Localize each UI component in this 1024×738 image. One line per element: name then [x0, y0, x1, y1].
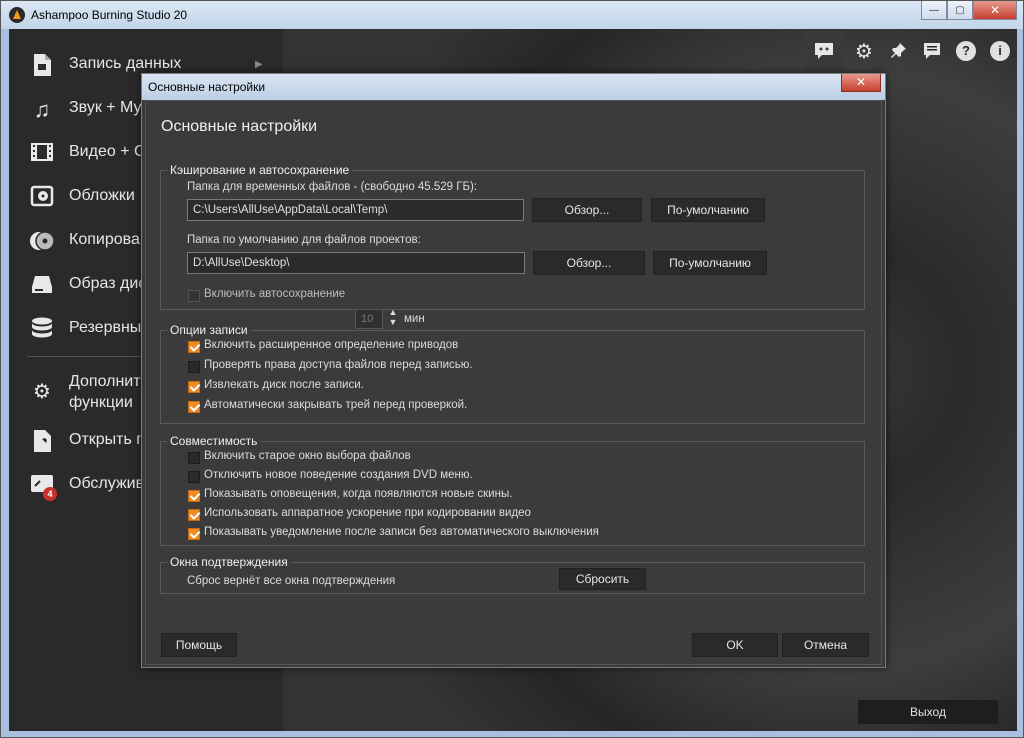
dialog-body: Основные настройки Кэширование и автосох… [145, 100, 882, 665]
exit-button[interactable]: Выход [858, 700, 998, 724]
app-window: Ashampoo Burning Studio 20 — ▢ ✕ Запись … [0, 0, 1024, 738]
window-title: Ashampoo Burning Studio 20 [31, 8, 188, 22]
spin-down-icon[interactable]: ▼ [386, 317, 400, 327]
dialog-close-button[interactable]: ✕ [841, 74, 881, 92]
sidebar-item-label: Образ дис [69, 275, 147, 292]
option-label: Использовать аппаратное ускорение при ко… [204, 507, 531, 519]
app-logo-icon [9, 7, 25, 23]
temp-browse-button[interactable]: Обзор... [532, 198, 642, 222]
project-folder-label: Папка по умолчанию для файлов проектов: [187, 234, 421, 246]
top-toolbar: ⚙ ? i [805, 31, 1017, 71]
sidebar-item-label: Копирова [69, 231, 140, 248]
option-label: Автоматически закрывать трей перед прове… [204, 399, 468, 411]
option-checkbox[interactable] [188, 381, 200, 393]
spin-up-icon[interactable]: ▲ [386, 307, 400, 317]
maximize-button[interactable]: ▢ [947, 1, 973, 20]
option-checkbox[interactable] [188, 490, 200, 502]
chat-icon[interactable] [805, 31, 843, 71]
sidebar-item-label: Звук + Му [69, 99, 142, 116]
help-icon[interactable]: ? [949, 31, 983, 71]
option-label: Включить расширенное определение приводо… [204, 339, 459, 351]
dialog-titlebar: Основные настройки ✕ [142, 74, 885, 100]
temp-default-button[interactable]: По-умолчанию [651, 198, 765, 222]
temp-folder-input[interactable]: C:\Users\AllUse\AppData\Local\Temp\ [187, 199, 524, 221]
drive-icon [29, 273, 55, 299]
pin-icon[interactable] [881, 31, 915, 71]
autosave-checkbox[interactable] [188, 290, 200, 302]
sidebar-item-label: Обслужив [69, 475, 145, 492]
sidebar-item-label: Открыть п [69, 431, 145, 448]
group-compatibility: Совместимость Включить старое окно выбор… [160, 434, 865, 546]
option-label: Показывать оповещения, когда появляются … [204, 488, 513, 500]
group-confirmations: Окна подтверждения Сброс вернёт все окна… [160, 555, 865, 594]
cover-icon [29, 185, 55, 211]
info-glyph: i [990, 41, 1010, 61]
option-label: Отключить новое поведение создания DVD м… [204, 469, 473, 481]
option-checkbox[interactable] [188, 528, 200, 540]
temp-folder-label: Папка для временных файлов - (свободно 4… [187, 181, 478, 193]
music-note-icon: ♫ [33, 97, 51, 122]
group-label: Кэширование и автосохранение [167, 163, 353, 177]
project-folder-input[interactable]: D:\AllUse\Desktop\ [187, 252, 525, 274]
autosave-minutes-input[interactable]: 10 [355, 309, 383, 329]
settings-dialog: Основные настройки ✕ Основные настройки … [141, 73, 886, 668]
gear-icon[interactable]: ⚙ [847, 31, 881, 71]
group-label: Совместимость [167, 434, 261, 448]
project-default-button[interactable]: По-умолчанию [653, 251, 767, 275]
project-browse-button[interactable]: Обзор... [533, 251, 645, 275]
option-checkbox[interactable] [188, 401, 200, 413]
option-label: Проверять права доступа файлов перед зап… [204, 359, 473, 371]
autosave-spinner-arrows[interactable]: ▲ ▼ [386, 307, 400, 329]
reset-description: Сброс вернёт все окна подтверждения [187, 575, 396, 587]
file-icon [29, 53, 55, 79]
dialog-window-title: Основные настройки [148, 80, 266, 94]
autosave-unit-label: мин [404, 313, 425, 325]
sidebar-item-label: Видео + С [69, 143, 146, 160]
cancel-button[interactable]: Отмена [782, 633, 869, 657]
chevron-right-icon: ▶ [255, 59, 263, 70]
dialog-heading: Основные настройки [161, 118, 318, 135]
notification-badge: 4 [43, 487, 57, 501]
option-checkbox[interactable] [188, 509, 200, 521]
option-checkbox[interactable] [188, 361, 200, 373]
sidebar-item-label: Резервны [69, 319, 142, 336]
ok-button[interactable]: OK [692, 633, 778, 657]
disc-copy-icon [29, 229, 55, 255]
close-window-button[interactable]: ✕ [973, 1, 1017, 20]
comment-icon[interactable] [915, 31, 949, 71]
autosave-label: Включить автосохранение [204, 288, 346, 300]
option-checkbox[interactable] [188, 471, 200, 483]
reset-confirmations-button[interactable]: Сбросить [559, 568, 646, 590]
group-caching: Кэширование и автосохранение Папка для в… [160, 163, 865, 310]
sidebar-item-label: Дополнит функции [69, 373, 141, 411]
option-label: Включить старое окно выбора файлов [204, 450, 411, 462]
group-label: Окна подтверждения [167, 555, 291, 569]
sidebar-item-label: Обложки [69, 187, 135, 204]
help-button[interactable]: Помощь [161, 633, 237, 657]
info-icon[interactable]: i [983, 31, 1017, 71]
database-icon [29, 317, 55, 343]
minimize-button[interactable]: — [921, 1, 947, 20]
group-write-options: Опции записи Включить расширенное опреде… [160, 323, 865, 424]
option-checkbox[interactable] [188, 341, 200, 353]
sidebar-item-label: Запись данных [69, 55, 182, 72]
option-label: Извлекать диск после записи. [204, 379, 364, 391]
wrench-icon [29, 429, 55, 455]
window-titlebar: Ashampoo Burning Studio 20 — ▢ ✕ [1, 1, 1023, 29]
film-icon [29, 141, 55, 167]
help-glyph: ? [956, 41, 976, 61]
option-label: Показывать уведомление после записи без … [204, 526, 599, 538]
gears-icon: ⚙ [33, 381, 51, 403]
group-label: Опции записи [167, 323, 251, 337]
option-checkbox[interactable] [188, 452, 200, 464]
